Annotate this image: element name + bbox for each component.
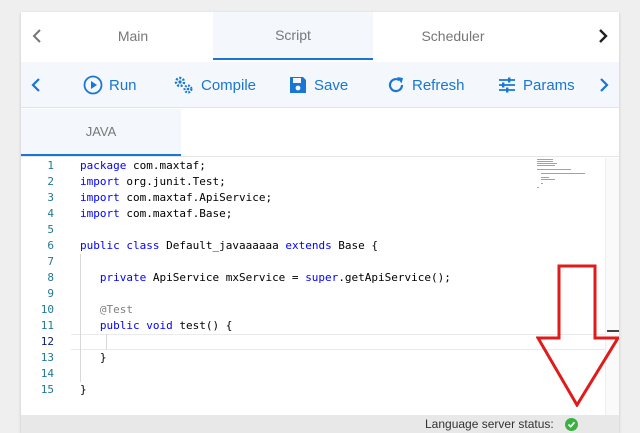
save-button[interactable]: Save bbox=[288, 62, 348, 108]
tabs-scroll-right-button[interactable] bbox=[587, 12, 619, 60]
code-line: private ApiService mxService = super.get… bbox=[99, 271, 451, 284]
line-number-current: 12 bbox=[40, 335, 54, 348]
code-minimap[interactable] bbox=[535, 158, 605, 198]
tab-java[interactable]: JAVA bbox=[21, 109, 181, 156]
line-number: 5 bbox=[47, 223, 54, 236]
chevron-right-icon bbox=[600, 78, 609, 92]
compile-label: Compile bbox=[201, 76, 257, 94]
line-number: 1 bbox=[47, 159, 54, 172]
refresh-button[interactable]: Refresh bbox=[386, 62, 465, 108]
line-number: 13 bbox=[40, 351, 54, 364]
code-line: @Test bbox=[99, 303, 133, 316]
minimap-line bbox=[537, 165, 555, 166]
chevron-left-icon bbox=[31, 78, 40, 92]
sliders-icon bbox=[499, 77, 515, 93]
line-number: 8 bbox=[47, 271, 54, 284]
play-circle-icon bbox=[83, 75, 103, 95]
editor-toolbar: Run Compile Save Refresh Params bbox=[21, 62, 619, 108]
line-number: 3 bbox=[47, 191, 54, 204]
params-label: Params bbox=[523, 76, 575, 94]
minimap-line bbox=[537, 187, 539, 188]
chevron-left-icon bbox=[32, 29, 41, 43]
minimap-line bbox=[541, 183, 543, 184]
code-line: import org.junit.Test; bbox=[80, 175, 226, 188]
line-number: 6 bbox=[47, 239, 54, 252]
line-number: 4 bbox=[47, 207, 54, 220]
line-number: 10 bbox=[40, 303, 54, 316]
floppy-disk-icon bbox=[290, 77, 306, 93]
line-number: 9 bbox=[47, 287, 54, 300]
minimap-line bbox=[537, 159, 553, 160]
run-label: Run bbox=[109, 76, 137, 94]
code-content: package com.maxtaf; import org.junit.Test… bbox=[80, 158, 520, 415]
code-line: } bbox=[80, 383, 87, 396]
line-number: 11 bbox=[40, 319, 54, 332]
language-tab-label: JAVA bbox=[85, 124, 117, 139]
run-button[interactable]: Run bbox=[83, 62, 137, 108]
tab-label: Script bbox=[275, 27, 311, 43]
minimap-line bbox=[537, 163, 557, 164]
refresh-label: Refresh bbox=[412, 76, 465, 94]
gears-icon bbox=[174, 76, 193, 94]
line-number-gutter: 1 2 3 4 5 6 7 8 9 10 11 12 13 14 15 bbox=[21, 158, 71, 415]
compile-button[interactable]: Compile bbox=[173, 62, 256, 108]
save-label: Save bbox=[314, 76, 349, 94]
tab-script[interactable]: Script bbox=[213, 12, 373, 60]
minimap-line bbox=[537, 169, 571, 170]
code-line: import com.maxtaf.Base; bbox=[80, 207, 233, 220]
code-line: public class Default_javaaaaaa extends B… bbox=[80, 239, 379, 252]
code-line: import com.maxtaf.ApiService; bbox=[80, 191, 273, 204]
script-editor-panel: Main Script Scheduler Run Compile Save R… bbox=[21, 12, 619, 433]
top-tab-bar: Main Script Scheduler bbox=[21, 12, 619, 60]
status-ok-icon bbox=[565, 418, 578, 431]
toolbar-scroll-left-button[interactable] bbox=[21, 62, 51, 108]
code-editor[interactable]: 1 2 3 4 5 6 7 8 9 10 11 12 13 14 15 pack… bbox=[21, 158, 619, 415]
down-arrow-annotation-icon bbox=[536, 264, 619, 407]
line-number: 15 bbox=[40, 383, 54, 396]
tab-main[interactable]: Main bbox=[53, 12, 213, 60]
line-number: 2 bbox=[47, 175, 54, 188]
code-line: } bbox=[80, 351, 107, 364]
language-server-status-label: Language server status: bbox=[425, 417, 554, 431]
minimap-line bbox=[541, 173, 585, 174]
code-line: package com.maxtaf; bbox=[80, 159, 206, 172]
status-bar: Language server status: bbox=[21, 415, 619, 433]
line-number: 7 bbox=[47, 255, 54, 268]
tab-scheduler[interactable]: Scheduler bbox=[373, 12, 533, 60]
refresh-icon bbox=[388, 77, 404, 93]
toolbar-scroll-right-button[interactable] bbox=[589, 62, 619, 108]
tabs-scroll-left-button[interactable] bbox=[21, 12, 53, 60]
chevron-right-icon bbox=[599, 29, 608, 43]
minimap-line bbox=[541, 177, 549, 178]
minimap-line bbox=[537, 161, 553, 162]
params-button[interactable]: Params bbox=[497, 62, 575, 108]
tab-label: Main bbox=[117, 28, 149, 44]
tab-label: Scheduler bbox=[421, 28, 485, 44]
line-number: 14 bbox=[40, 367, 54, 380]
minimap-line bbox=[541, 179, 555, 180]
code-line: public void test() { bbox=[99, 319, 233, 332]
